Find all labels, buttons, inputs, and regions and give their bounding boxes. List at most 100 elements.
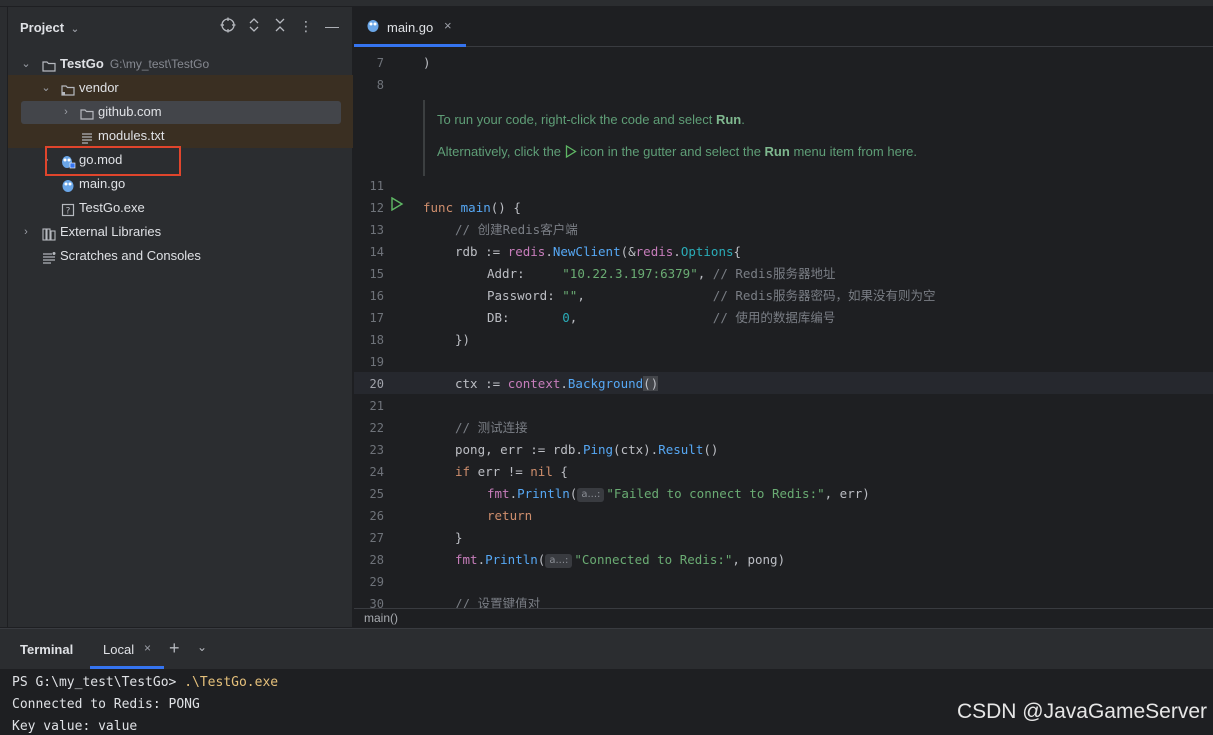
tree-item-label: TestGo.exe [79, 200, 145, 215]
tree-item-label: External Libraries [60, 224, 162, 239]
code-area[interactable]: 7 8 11 12 13 14 15 16 17 18 19 20 21 22 … [354, 48, 1213, 608]
code-line: if err != nil { [455, 464, 568, 479]
folder-icon [80, 105, 94, 120]
line-number: 26 [369, 509, 384, 523]
terminal-header: Terminal Local × + ⌄ [0, 629, 1213, 669]
terminal-line: Key value: value [12, 719, 138, 734]
tab-label: Local [103, 642, 135, 657]
code-line: fmt.Println(a...: "Failed to connect to R… [487, 486, 870, 502]
parameter-hint: a...: [577, 488, 605, 502]
chevron-right-icon[interactable]: › [20, 220, 32, 244]
tree-item-label: github.com [98, 104, 162, 119]
line-number: 30 [369, 597, 384, 608]
tree-item-testgo-exe[interactable]: ? TestGo.exe [8, 196, 353, 220]
breadcrumb: main() [354, 608, 1213, 627]
tool-window-strip [0, 7, 8, 627]
active-tab-indicator [354, 44, 466, 47]
line-number: 17 [369, 311, 384, 325]
line-number: 13 [369, 223, 384, 237]
collapse-all-icon[interactable] [271, 17, 289, 35]
tree-item-path: G:\my_test\TestGo [109, 57, 210, 71]
watermark: CSDN @JavaGameServer [956, 700, 1207, 723]
ide-window: Project ⌄ ⋮ — ⌄ TestGo G:\my_test\TestGo [0, 0, 1213, 735]
folder-icon [42, 57, 56, 72]
terminal-line: Connected to Redis: PONG [12, 697, 200, 712]
code-line: ctx := context.Background() [455, 376, 659, 391]
line-number: 14 [369, 245, 384, 259]
line-number: 8 [376, 78, 384, 92]
code-line: DB: 0, // 使用的数据库编号 [487, 310, 836, 325]
line-number: 21 [369, 399, 384, 413]
doc-line: Alternatively, click the icon in the gut… [437, 144, 917, 161]
chevron-down-icon[interactable]: ⌄ [40, 76, 52, 100]
project-title: Project [20, 20, 65, 35]
line-number: 24 [369, 465, 384, 479]
code-line: func main() { [423, 200, 521, 215]
line-number: 28 [369, 553, 384, 567]
tree-item-label: modules.txt [98, 128, 165, 143]
editor-tab-bar: main.go × [354, 7, 1213, 47]
tab-local[interactable]: Local × [90, 629, 164, 669]
svg-text:?: ? [66, 207, 71, 217]
chevron-down-icon[interactable]: ⌄ [197, 640, 207, 654]
project-view-selector[interactable]: Project ⌄ [20, 20, 79, 35]
tree-item-external-libraries[interactable]: › External Libraries [8, 220, 353, 244]
tree-item-scratches[interactable]: Scratches and Consoles [8, 244, 353, 268]
code-line: }) [455, 332, 471, 347]
go-file-icon [61, 177, 75, 192]
tab-label: main.go [387, 20, 434, 35]
code-line: Addr: "10.22.3.197:6379", // Redis服务器地址 [487, 266, 836, 281]
doc-line: To run your code, right-click the code a… [437, 112, 745, 127]
unknown-file-icon: ? [61, 201, 75, 217]
terminal-line: PS G:\my_test\TestGo> .\TestGo.exe [12, 675, 279, 690]
chevron-down-icon: ⌄ [70, 24, 80, 35]
line-number: 25 [369, 487, 384, 501]
library-icon [42, 225, 56, 241]
code-line: // 设置键值对 [455, 596, 541, 608]
code-editor: main.go × 7 8 11 12 13 14 15 16 17 18 19… [354, 7, 1213, 627]
more-options-icon[interactable]: ⋮ [297, 17, 315, 35]
code-line: return [487, 508, 533, 523]
code-line: rdb := redis.NewClient(&redis.Options{ [455, 244, 742, 259]
line-number: 22 [369, 421, 384, 435]
annotation-highlight-box [45, 146, 181, 176]
project-panel-header: Project ⌄ ⋮ — [8, 7, 353, 47]
folder-icon [61, 81, 75, 96]
code-line: ) [423, 55, 431, 70]
code-line: } [455, 530, 463, 545]
scratches-icon [42, 249, 56, 264]
line-number: 15 [369, 267, 384, 281]
code-line: // 创建Redis客户端 [455, 222, 578, 237]
line-number: 16 [369, 289, 384, 303]
code-line: Password: "", // Redis服务器密码，如果没有则为空 [487, 288, 936, 303]
go-file-icon [366, 19, 380, 36]
line-number: 19 [369, 355, 384, 369]
line-number: 18 [369, 333, 384, 347]
code-line: fmt.Println(a...: "Connected to Redis:", … [455, 552, 786, 568]
line-number: 23 [369, 443, 384, 457]
tree-item-vendor[interactable]: ⌄ vendor [8, 76, 353, 100]
run-icon[interactable] [390, 196, 404, 212]
locate-icon[interactable] [219, 17, 237, 35]
code-line: // 测试连接 [455, 420, 528, 435]
chevron-right-icon[interactable]: › [60, 100, 72, 124]
tree-item-testgo[interactable]: ⌄ TestGo G:\my_test\TestGo [8, 52, 353, 76]
add-icon[interactable]: + [169, 638, 180, 659]
tab-main-go[interactable]: main.go × [354, 7, 466, 47]
active-tab-indicator [90, 666, 164, 669]
line-number: 12 [369, 201, 384, 215]
run-icon [565, 144, 577, 161]
close-icon[interactable]: × [444, 18, 452, 33]
tree-item-label: vendor [79, 80, 119, 95]
tree-item-label: TestGo [60, 56, 104, 71]
line-number: 29 [369, 575, 384, 589]
close-icon[interactable]: × [144, 641, 151, 655]
minimize-icon[interactable]: — [323, 17, 341, 35]
breadcrumb-item[interactable]: main() [364, 611, 398, 625]
chevron-down-icon[interactable]: ⌄ [20, 52, 32, 76]
terminal-title: Terminal [20, 642, 74, 657]
tree-item-modules-txt[interactable]: modules.txt [8, 124, 353, 148]
doc-comment-block: To run your code, right-click the code a… [423, 100, 1203, 176]
tree-item-github-com[interactable]: › github.com [8, 100, 353, 124]
expand-all-icon[interactable] [245, 17, 263, 35]
